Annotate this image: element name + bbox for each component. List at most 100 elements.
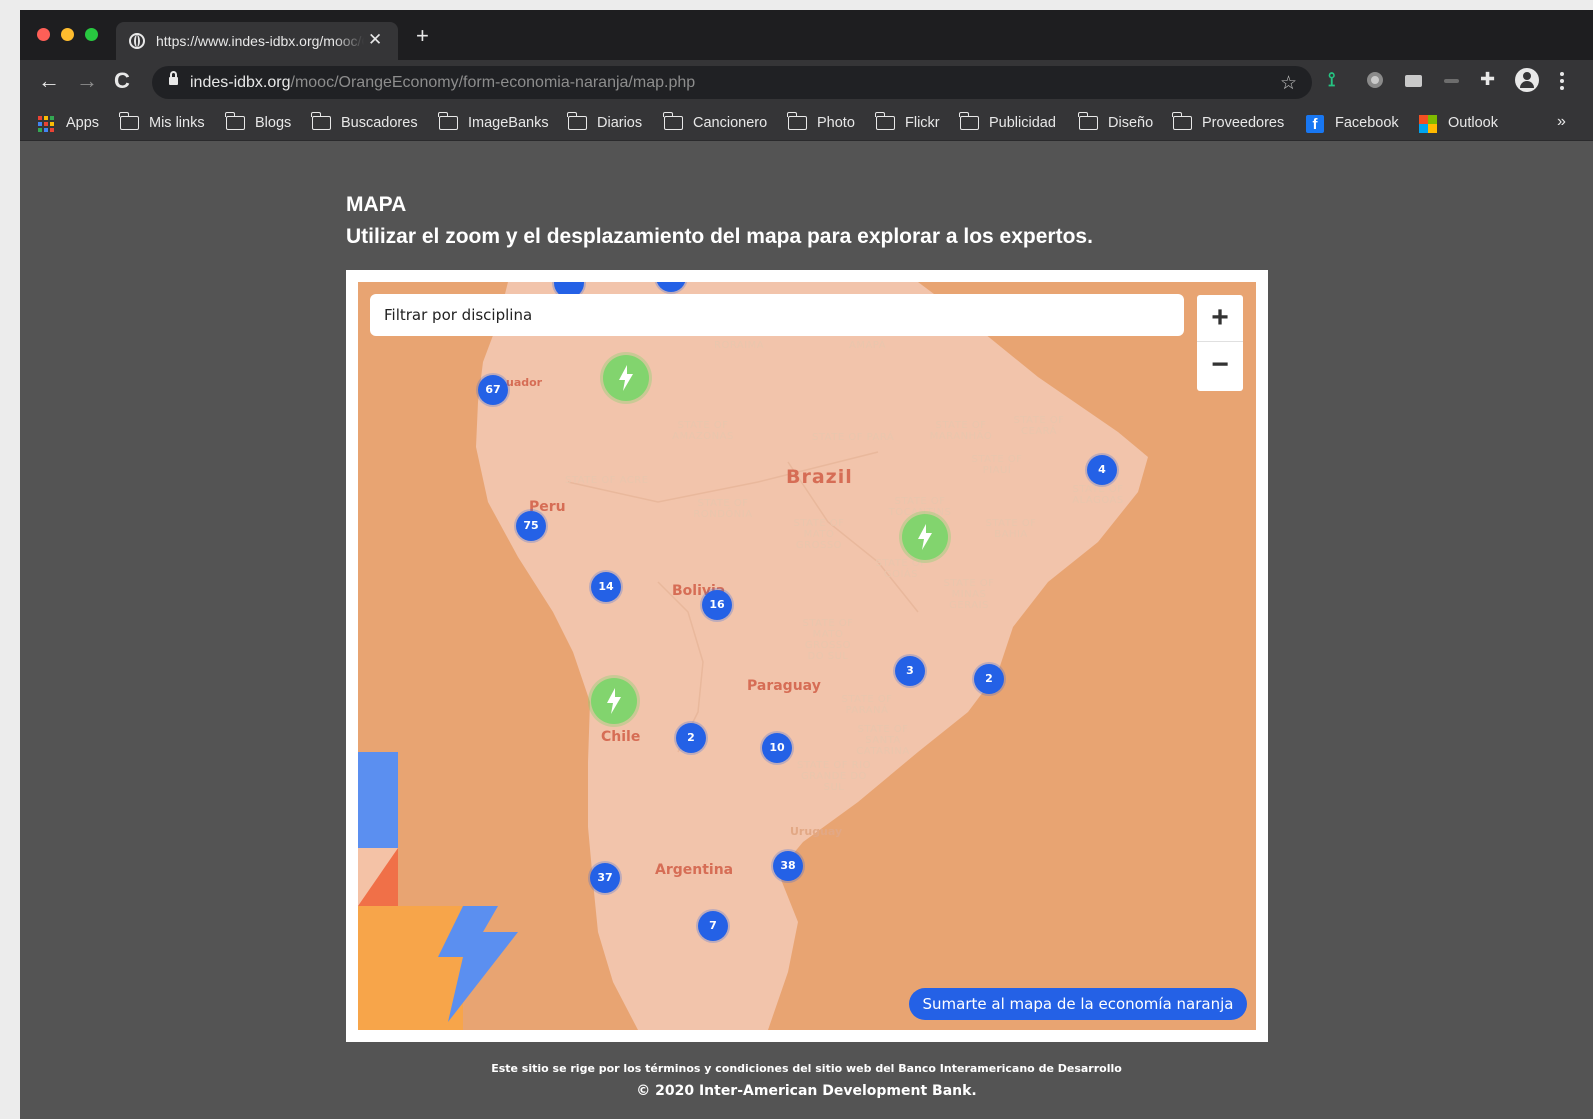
cluster-marker[interactable]: 2 — [974, 664, 1004, 694]
cluster-marker[interactable]: 14 — [591, 572, 621, 602]
bookmark-label: Apps — [66, 115, 100, 131]
tab-strip: https://www.indes-idbx.org/mooc/OrangeEc… — [20, 10, 1593, 60]
cluster-marker[interactable]: 16 — [702, 590, 732, 620]
state-label: STATE OF GOIÁS — [875, 558, 927, 580]
bookmark-label: Mis links — [149, 115, 205, 131]
cluster-marker[interactable]: 2 — [676, 723, 706, 753]
url-text[interactable]: indes-idbx.org/mooc/OrangeEconomy/form-e… — [190, 74, 695, 92]
window-minimize-button[interactable] — [61, 28, 74, 41]
bookmark-label: ImageBanks — [468, 115, 549, 131]
state-label: STATE OF MATO GROSSO DO SUL — [802, 618, 854, 662]
filter-box — [370, 294, 1184, 336]
apps-grid-icon — [38, 116, 54, 132]
bookmark-label: Buscadores — [341, 115, 418, 131]
cluster-marker[interactable]: 67 — [478, 375, 508, 405]
folder-icon — [1078, 112, 1098, 130]
reload-icon[interactable]: C — [114, 70, 130, 92]
state-label: STATE OF PARÁ — [812, 432, 895, 443]
profile-icon[interactable] — [1515, 68, 1539, 92]
cluster-marker[interactable]: 3 — [895, 656, 925, 686]
address-bar[interactable]: indes-idbx.org/mooc/OrangeEconomy/form-e… — [152, 66, 1312, 99]
cluster-marker[interactable]: 37 — [590, 863, 620, 893]
cluster-marker[interactable]: 38 — [773, 851, 803, 881]
camera-icon[interactable] — [1405, 75, 1422, 87]
map-canvas[interactable]: RORAIMA AMAPÁ STATE OF AMAZONAS STATE OF… — [358, 282, 1256, 1030]
forward-arrow-icon[interactable]: → — [76, 70, 98, 92]
zoom-controls: + − — [1197, 295, 1243, 391]
state-label: STATE OF AMAZONAS — [672, 420, 734, 442]
window-maximize-button[interactable] — [85, 28, 98, 41]
bookmark-label: Facebook — [1335, 115, 1399, 131]
facebook-icon: f — [1306, 115, 1324, 133]
zoom-in-button[interactable]: + — [1197, 295, 1243, 342]
folder-icon — [567, 112, 587, 130]
url-path: /mooc/OrangeEconomy/form-economia-naranj… — [290, 74, 696, 91]
bookmark-label: Diseño — [1108, 115, 1154, 131]
orange-economy-decoration — [358, 752, 518, 1030]
bolt-marker[interactable] — [591, 678, 637, 724]
folder-icon — [225, 112, 245, 130]
state-label: STATE OF RIO GRANDE DO SUL — [797, 760, 871, 793]
state-label: AMAPÁ — [849, 340, 887, 351]
discipline-filter-input[interactable] — [370, 294, 1184, 336]
country-label-chile: Chile — [601, 729, 641, 745]
state-label: RORAIMA — [714, 340, 765, 351]
state-label: STATE OF PIAUÍ — [971, 454, 1023, 476]
outlook-icon — [1419, 115, 1437, 133]
bookmarks-overflow-button[interactable]: » — [1557, 113, 1566, 131]
folder-icon — [1172, 112, 1192, 130]
back-arrow-icon[interactable]: ← — [38, 70, 60, 92]
bookmark-label: Photo — [817, 115, 855, 131]
folder-icon — [663, 112, 683, 130]
bolt-icon — [918, 524, 932, 550]
map-frame: RORAIMA AMAPÁ STATE OF AMAZONAS STATE OF… — [346, 270, 1268, 1042]
close-icon[interactable]: ✕ — [368, 30, 382, 50]
country-label-argentina: Argentina — [655, 862, 734, 878]
kebab-menu-icon[interactable] — [1560, 72, 1564, 90]
country-label-paraguay: Paraguay — [747, 678, 821, 694]
extension-pin-icon[interactable]: ⟟ — [1328, 70, 1335, 90]
cluster-marker[interactable]: 4 — [1087, 455, 1117, 485]
page-instructions: Utilizar el zoom y el desplazamiento del… — [346, 225, 1093, 248]
bolt-icon — [607, 688, 621, 714]
bookmark-label: Blogs — [255, 115, 292, 131]
bolt-marker[interactable] — [902, 514, 948, 560]
state-label: STATE OF ACRE — [565, 475, 649, 486]
country-label-brazil: Brazil — [786, 466, 853, 488]
state-label: STATE OF MATO GROSSO — [793, 518, 845, 551]
cluster-marker[interactable]: 7 — [698, 911, 728, 941]
bookmark-label: Proveedores — [1202, 115, 1285, 131]
extension-dash-icon[interactable] — [1444, 79, 1459, 83]
bookmark-label: Flickr — [905, 115, 940, 131]
state-label: STATE OF BAHIA — [985, 518, 1037, 540]
page-title: MAPA — [346, 193, 407, 216]
lock-icon[interactable] — [169, 71, 178, 85]
extension-disc-icon[interactable] — [1367, 72, 1383, 88]
bolt-marker[interactable] — [603, 355, 649, 401]
folder-icon — [438, 112, 458, 130]
folder-icon — [959, 112, 979, 130]
cluster-marker[interactable]: 10 — [762, 733, 792, 763]
globe-icon — [129, 33, 145, 49]
bookmark-star-icon[interactable]: ☆ — [1280, 72, 1297, 95]
join-map-button[interactable]: Sumarte al mapa de la economía naranja — [909, 988, 1247, 1020]
bookmarks-bar: Apps Mis links Blogs Buscadores ImageBan… — [20, 105, 1593, 141]
state-label: STATE OF CEARÁ — [1013, 415, 1065, 437]
state-label: STATE OF MINAS GERAIS — [943, 578, 995, 611]
bookmark-label: Publicidad — [989, 115, 1056, 131]
bolt-icon — [619, 365, 633, 391]
zoom-out-button[interactable]: − — [1197, 343, 1243, 391]
browser-toolbar: ← → C indes-idbx.org/mooc/OrangeEconomy/… — [20, 60, 1593, 105]
folder-icon — [875, 112, 895, 130]
cluster-marker[interactable]: 75 — [516, 511, 546, 541]
tab-title: https://www.indes-idbx.org/mooc/OrangeEc… — [156, 33, 364, 49]
new-tab-button[interactable]: + — [416, 25, 429, 47]
state-label: STATE OF RONDÔNIA — [693, 498, 753, 520]
url-host: indes-idbx.org — [190, 74, 291, 91]
folder-icon — [787, 112, 807, 130]
footer-copyright: © 2020 Inter-American Development Bank. — [636, 1083, 977, 1099]
footer-terms-text[interactable]: Este sitio se rige por los términos y co… — [20, 1062, 1593, 1075]
window-close-button[interactable] — [37, 28, 50, 41]
browser-tab[interactable]: https://www.indes-idbx.org/mooc/OrangeEc… — [116, 22, 398, 60]
puzzle-icon[interactable]: ✚ — [1480, 69, 1495, 90]
